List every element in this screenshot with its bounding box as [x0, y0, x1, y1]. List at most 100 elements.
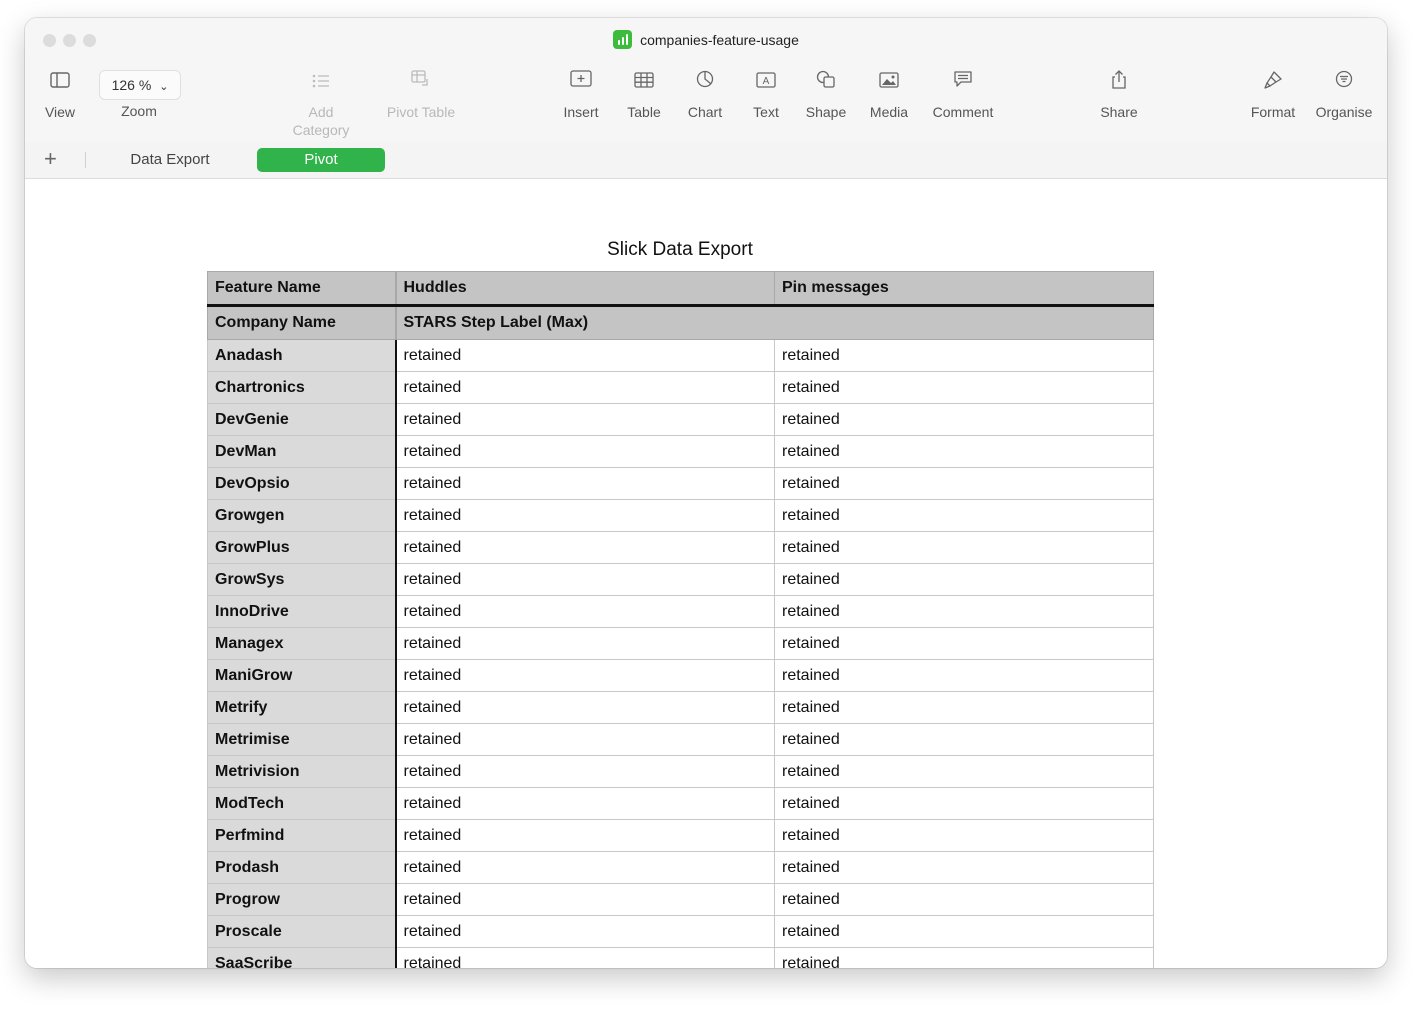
table-cell[interactable]: retained	[774, 467, 1154, 500]
table-cell[interactable]: retained	[774, 499, 1154, 532]
row-header-cell[interactable]: Perfmind	[207, 819, 397, 852]
table-row: ManiGrow retained retained	[207, 659, 1154, 692]
table-cell[interactable]: retained	[774, 787, 1154, 820]
row-header-cell[interactable]: Metrivision	[207, 755, 397, 788]
row-header-cell[interactable]: GrowPlus	[207, 531, 397, 564]
row-header-cell[interactable]: DevOpsio	[207, 467, 397, 500]
media-button[interactable]: Media	[849, 70, 929, 121]
pivot-table-label: Pivot Table	[386, 104, 456, 120]
row-header-cell[interactable]: Proscale	[207, 915, 397, 948]
table-cell[interactable]: retained	[395, 403, 775, 436]
row-header-cell[interactable]: SaaScribe	[207, 947, 397, 968]
table-cell[interactable]: retained	[395, 531, 775, 564]
table-title[interactable]: Slick Data Export	[607, 239, 753, 261]
row-header-cell[interactable]: GrowSys	[207, 563, 397, 596]
comment-button[interactable]: Comment	[923, 70, 1003, 121]
table-cell[interactable]: retained	[774, 883, 1154, 916]
table-row: SaaScribe retained retained	[207, 947, 1154, 968]
table-row: ModTech retained retained	[207, 787, 1154, 820]
organise-button[interactable]: Organise	[1304, 70, 1384, 121]
table-cell[interactable]: retained	[774, 403, 1154, 436]
tab-data-export[interactable]: Data Export	[105, 148, 235, 172]
table-cell[interactable]: retained	[395, 723, 775, 756]
row-header-cell[interactable]: Managex	[207, 627, 397, 660]
table-cell[interactable]: retained	[774, 723, 1154, 756]
row-header-cell[interactable]: Growgen	[207, 499, 397, 532]
sheet-tab-bar: + Data Export Pivot	[25, 142, 1387, 179]
row-field-label[interactable]: Company Name	[207, 305, 397, 340]
format-button[interactable]: Format	[1233, 70, 1313, 121]
row-header-cell[interactable]: Metrify	[207, 691, 397, 724]
table-cell[interactable]: retained	[774, 435, 1154, 468]
row-header-cell[interactable]: Prodash	[207, 851, 397, 884]
table-cell[interactable]: retained	[395, 371, 775, 404]
row-header-cell[interactable]: DevGenie	[207, 403, 397, 436]
column-header-row: Feature Name Huddles Pin messages	[207, 271, 1154, 307]
zoom-value: 126 %	[111, 77, 152, 93]
table-cell[interactable]: retained	[774, 947, 1154, 968]
table-cell[interactable]: retained	[774, 627, 1154, 660]
share-icon	[1079, 70, 1159, 98]
window-title-area: companies-feature-usage	[25, 30, 1387, 50]
table-cell[interactable]: retained	[395, 851, 775, 884]
column-header-cell[interactable]: Pin messages	[774, 271, 1154, 307]
table-cell[interactable]: retained	[395, 435, 775, 468]
tab-divider	[85, 152, 86, 168]
table-row: InnoDrive retained retained	[207, 595, 1154, 628]
zoom-select[interactable]: 126 % ⌄	[99, 70, 181, 100]
row-header-cell[interactable]: Anadash	[207, 339, 397, 372]
table-cell[interactable]: retained	[774, 691, 1154, 724]
table-row: Anadash retained retained	[207, 339, 1154, 372]
table-cell[interactable]: retained	[395, 467, 775, 500]
add-sheet-button[interactable]: +	[44, 145, 57, 173]
table-cell[interactable]: retained	[774, 915, 1154, 948]
table-cell[interactable]: retained	[774, 339, 1154, 372]
table-cell[interactable]: retained	[395, 659, 775, 692]
share-label: Share	[1100, 104, 1138, 120]
table-cell[interactable]: retained	[774, 819, 1154, 852]
table-cell[interactable]: retained	[395, 947, 775, 968]
table-cell[interactable]: retained	[774, 851, 1154, 884]
table-row: DevMan retained retained	[207, 435, 1154, 468]
table-cell[interactable]: retained	[395, 883, 775, 916]
table-cell[interactable]: retained	[774, 755, 1154, 788]
row-header-cell[interactable]: InnoDrive	[207, 595, 397, 628]
media-label: Media	[869, 104, 909, 120]
table-cell[interactable]: retained	[774, 659, 1154, 692]
table-cell[interactable]: retained	[774, 371, 1154, 404]
row-header-cell[interactable]: Progrow	[207, 883, 397, 916]
table-cell[interactable]: retained	[395, 563, 775, 596]
comment-label: Comment	[932, 104, 994, 120]
tab-pivot[interactable]: Pivot	[257, 148, 385, 172]
column-header-cell[interactable]: Huddles	[395, 271, 775, 307]
pivot-table-button[interactable]: Pivot Table	[381, 70, 461, 121]
table-cell[interactable]: retained	[774, 531, 1154, 564]
window-title: companies-feature-usage	[640, 32, 799, 48]
table-cell[interactable]: retained	[395, 627, 775, 660]
table-cell[interactable]: retained	[395, 499, 775, 532]
column-field-label[interactable]: Feature Name	[207, 271, 397, 307]
table-cell[interactable]: retained	[774, 595, 1154, 628]
row-header-cell[interactable]: Chartronics	[207, 371, 397, 404]
row-header-cell[interactable]: ManiGrow	[207, 659, 397, 692]
add-category-button[interactable]: Add Category	[281, 70, 361, 139]
table-cell[interactable]: retained	[395, 691, 775, 724]
table-cell[interactable]: retained	[774, 563, 1154, 596]
row-header-cell[interactable]: Metrimise	[207, 723, 397, 756]
share-button[interactable]: Share	[1079, 70, 1159, 121]
row-header-cell[interactable]: ModTech	[207, 787, 397, 820]
measure-label-cell[interactable]: STARS Step Label (Max)	[395, 305, 1154, 340]
row-header-cell[interactable]: DevMan	[207, 435, 397, 468]
sheet-canvas: Slick Data Export Feature Name Huddles P…	[25, 179, 1387, 968]
table-cell[interactable]: retained	[395, 787, 775, 820]
view-label: View	[44, 104, 76, 120]
table-cell[interactable]: retained	[395, 339, 775, 372]
zoom-label: Zoom	[121, 103, 157, 119]
view-button[interactable]: View	[25, 70, 100, 121]
table-cell[interactable]: retained	[395, 915, 775, 948]
table-row: Progrow retained retained	[207, 883, 1154, 916]
table-row: Proscale retained retained	[207, 915, 1154, 948]
table-cell[interactable]: retained	[395, 755, 775, 788]
table-cell[interactable]: retained	[395, 595, 775, 628]
table-cell[interactable]: retained	[395, 819, 775, 852]
